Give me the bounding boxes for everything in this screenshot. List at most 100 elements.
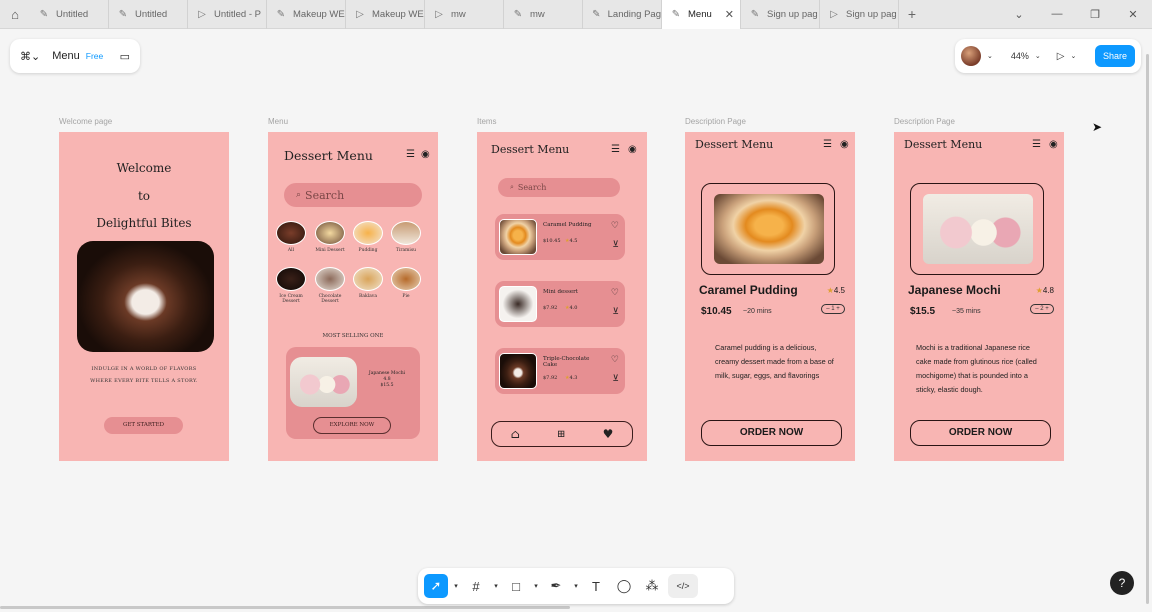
close-window-icon[interactable]: ✕ [1114,8,1152,21]
tab[interactable]: ▷ mw [425,0,504,29]
get-started-button[interactable]: GET STARTED [104,417,183,434]
close-icon[interactable]: ✕ [725,8,734,21]
chevron-down-icon[interactable]: ⌄ [1035,52,1041,60]
text-tool-icon[interactable]: T [584,574,608,598]
heart-icon[interactable]: ♡ [611,221,619,231]
category-item[interactable]: All [275,221,307,253]
category-item[interactable]: Mini Dessert [314,221,346,253]
items-frame[interactable]: Dessert Menu ☰ ◉ ⌕ Search Caramel Pudding… [477,132,647,461]
chevron-down-icon[interactable]: ▾ [532,574,540,598]
chevron-down-icon[interactable]: ▾ [492,574,500,598]
hamburger-icon[interactable]: ☰ [1032,139,1041,150]
profile-icon[interactable]: ◉ [1049,139,1058,150]
heart-icon[interactable]: ♡ [611,355,619,365]
profile-icon[interactable]: ◉ [840,139,849,150]
order-now-button[interactable]: ORDER NOW [910,420,1051,446]
pen-tool-icon[interactable]: ✒ [544,574,568,598]
minimize-icon[interactable]: — [1038,8,1076,21]
category-item[interactable]: Baklava [352,267,384,299]
tab[interactable]: ✎ Landing Pag [583,0,662,29]
avatar[interactable] [961,46,981,66]
category-label: All [287,248,295,253]
cart-icon[interactable]: ⊻ [612,374,619,384]
zoom-level[interactable]: 44% [1011,51,1029,61]
rectangle-tool-icon[interactable]: □ [504,574,528,598]
category-item[interactable]: Pie [390,267,422,299]
profile-icon[interactable]: ◉ [421,149,430,160]
tab-label: mw [451,8,466,20]
category-item[interactable]: Chocolate Dessert [314,267,346,304]
explore-button[interactable]: EXPLORE NOW [313,417,391,434]
figma-menu-icon[interactable]: ⌘⌄ [20,50,40,63]
cart-icon[interactable]: ⊻ [612,307,619,317]
heart-icon[interactable]: ♥ [603,427,614,441]
category-item[interactable]: Ice Cream Dessert [275,267,307,304]
hamburger-icon[interactable]: ☰ [406,149,415,160]
hamburger-icon[interactable]: ☰ [611,144,620,155]
home-icon[interactable]: ⌂ [0,0,30,29]
move-tool-icon[interactable]: ➚ [424,574,448,598]
search-input[interactable]: ⌕ Search [498,178,620,197]
chevron-down-icon[interactable]: ⌄ [987,52,993,60]
tab[interactable]: ▷ Sign up pag [820,0,899,29]
file-name[interactable]: Menu [52,50,80,62]
quantity-stepper[interactable]: – 1 + [821,304,845,314]
frame-label[interactable]: Description Page [685,117,746,126]
tab[interactable]: ✎ mw [504,0,583,29]
category-item[interactable]: Tiramisu [390,221,422,253]
chevron-down-icon[interactable]: ▾ [572,574,580,598]
tab[interactable]: ▷ Untitled - P [188,0,267,29]
chevron-down-icon[interactable]: ⌄ [1000,8,1038,21]
heart-icon[interactable]: ♡ [611,288,619,298]
frame-label[interactable]: Menu [268,117,288,126]
tab-label: Sign up pag [846,8,897,20]
sidebar-toggle-icon[interactable]: ▭ [120,50,130,63]
tab[interactable]: ✎ Untitled [109,0,188,29]
tab[interactable]: ✎ Sign up pag [741,0,820,29]
order-now-button[interactable]: ORDER NOW [701,420,842,446]
category-label: Pie [402,294,410,299]
welcome-frame[interactable]: Welcome to Delightful Bites INDULGE IN A… [59,132,229,461]
hero-image [77,241,214,352]
vertical-scrollbar[interactable] [1146,54,1149,604]
search-input[interactable]: ⌕ Search [284,183,422,207]
quantity-stepper[interactable]: – 2 + [1030,304,1054,314]
search-icon: ⌕ [510,183,514,191]
chevron-down-icon[interactable]: ⌄ [1070,52,1076,60]
present-icon[interactable]: ▷ [1057,51,1065,62]
play-icon: ▷ [356,8,364,20]
chevron-down-icon[interactable]: ▾ [452,574,460,598]
hamburger-icon[interactable]: ☰ [823,139,832,150]
description-frame[interactable]: Dessert Menu ☰ ◉ Japanese Mochi ★4.8 $15… [894,132,1064,461]
restore-icon[interactable]: ❐ [1076,8,1114,21]
actions-tool-icon[interactable]: ⁂ [640,574,664,598]
description-frame[interactable]: Dessert Menu ☰ ◉ Caramel Pudding ★4.5 $1… [685,132,855,461]
menu-item-card[interactable]: Caramel Pudding $10.45 ★4.5 ♡ ⊻ [495,214,625,260]
tab-active[interactable]: ✎ Menu ✕ [662,0,741,29]
menu-item-card[interactable]: Mini dessert $7.92 ★4.0 ♡ ⊻ [495,281,625,327]
cart-icon[interactable]: ⊻ [612,240,619,250]
horizontal-scrollbar[interactable] [0,606,570,609]
frame-label[interactable]: Items [477,117,497,126]
frame-label[interactable]: Description Page [894,117,955,126]
dev-mode-icon[interactable]: </> [668,574,698,598]
featured-card[interactable]: Japanese Mochi 4.8 $15.5 EXPLORE NOW [286,347,420,439]
tab[interactable]: ▷ Makeup WE [346,0,425,29]
welcome-line3: Delightful Bites [96,216,192,230]
profile-icon[interactable]: ◉ [628,144,637,155]
menu-frame[interactable]: Dessert Menu ☰ ◉ ⌕ Search All Mini Desser… [268,132,438,461]
tab[interactable]: ✎ Untitled [30,0,109,29]
comment-tool-icon[interactable]: ◯ [612,574,636,598]
help-button[interactable]: ? [1110,571,1134,595]
new-tab-icon[interactable]: + [899,6,925,22]
home-icon[interactable]: ⌂ [511,427,520,441]
menu-item-card[interactable]: Triple-Chocolate Cake $7.92 ★4.3 ♡ ⊻ [495,348,625,394]
share-button[interactable]: Share [1094,45,1135,67]
category-image [276,221,306,245]
frame-tool-icon[interactable]: # [464,574,488,598]
category-item[interactable]: Pudding [352,221,384,253]
tab[interactable]: ✎ Makeup WE [267,0,346,29]
product-description: Caramel pudding is a delicious, creamy d… [715,343,834,380]
grid-icon[interactable]: ⊞ [557,429,565,440]
frame-label[interactable]: Welcome page [59,117,112,126]
